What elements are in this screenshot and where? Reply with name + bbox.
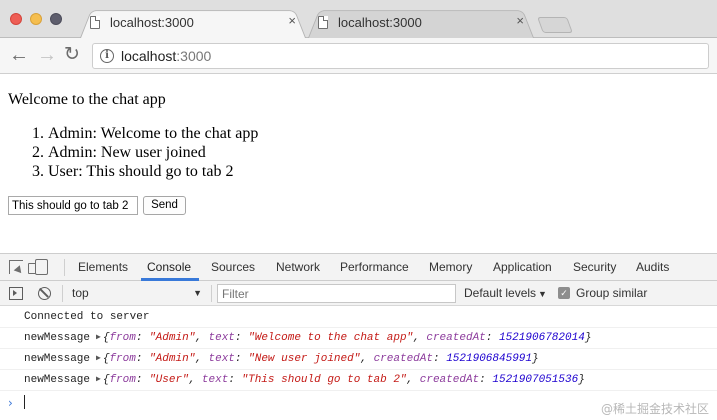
context-selector[interactable]: top ▼ [68,284,206,303]
browser-tab-1[interactable]: localhost:3000 × [80,7,306,39]
filter-input[interactable] [217,284,456,303]
message-item: Admin: New user joined [48,143,258,162]
close-tab-icon[interactable]: × [516,14,524,28]
console-object: {from: "Admin", text: "Welcome to the ch… [102,332,592,344]
address-bar[interactable]: i localhost:3000 [92,43,709,69]
send-button[interactable]: Send [143,196,186,215]
browser-tab-2[interactable]: localhost:3000 × [308,7,534,39]
tab-network[interactable]: Network [276,260,320,274]
devtools-panel: Elements Console Sources Network Perform… [0,253,717,420]
message-item: User: This should go to tab 2 [48,162,258,181]
devtools-tab-bar: Elements Console Sources Network Perform… [0,254,717,281]
tab-console[interactable]: Console [147,260,191,274]
console-line[interactable]: newMessage ▶ {from: "User", text: "This sh… [0,370,717,391]
console-input-caret[interactable] [24,395,25,409]
page-icon [90,16,100,29]
back-arrow-icon[interactable]: ← [9,44,29,66]
tab-audits[interactable]: Audits [636,260,669,274]
message-item: Admin: Welcome to the chat app [48,124,258,143]
log-levels-dropdown[interactable]: Default levels ▼ [464,286,547,300]
browser-tab-strip: localhost:3000 × localhost:3000 × [0,0,717,39]
watermark: @稀土掘金技术社区 [600,402,709,416]
tab-sources[interactable]: Sources [211,260,255,274]
console-line[interactable]: newMessage ▶ {from: "Admin", text: "Welcom… [0,328,717,349]
expand-triangle-icon[interactable]: ▶ [96,370,101,390]
device-toolbar-icon[interactable] [28,259,48,275]
tab-elements[interactable]: Elements [78,260,128,274]
console-object: {from: "Admin", text: "New user joined",… [102,353,539,365]
tab-performance[interactable]: Performance [340,260,409,274]
clear-console-icon[interactable] [38,287,51,300]
console-object: {from: "User", text: "This should go to … [102,374,585,386]
levels-label: Default levels [464,286,537,300]
context-value: top [72,286,89,300]
forward-arrow-icon[interactable]: → [37,44,57,66]
inspect-element-icon[interactable] [9,260,23,274]
console-prompt-icon: › [8,396,13,410]
chevron-down-icon: ▼ [538,289,547,299]
message-list: Admin: Welcome to the chat app Admin: Ne… [48,124,258,181]
tab-title: localhost:3000 [110,15,194,30]
console-label: newMessage [24,374,91,386]
console-text: Connected to server [24,311,150,323]
show-sidebar-icon[interactable] [9,287,23,300]
new-tab-button[interactable] [537,17,573,33]
tab-application[interactable]: Application [493,260,552,274]
close-window-button[interactable] [10,13,22,25]
page-heading: Welcome to the chat app [8,91,166,108]
close-tab-icon[interactable]: × [288,14,296,28]
zoom-window-button[interactable] [50,13,62,25]
console-output: Connected to server newMessage ▶ {from: "A… [0,307,717,420]
info-icon[interactable]: i [100,49,114,63]
chevron-down-icon: ▼ [193,288,202,298]
url-host: localhost [121,48,177,64]
tab-title: localhost:3000 [338,15,422,30]
console-label: newMessage [24,332,91,344]
browser-toolbar: ← → ↻ i localhost:3000 [0,38,717,74]
console-line: Connected to server [0,307,717,328]
page-icon [318,16,328,29]
tab-security[interactable]: Security [573,260,616,274]
group-similar-checkbox[interactable]: ✓ [558,287,570,299]
console-label: newMessage [24,353,91,365]
url-port: :3000 [176,48,212,64]
tab-memory[interactable]: Memory [429,260,472,274]
reload-icon[interactable]: ↻ [64,44,80,66]
console-filter-bar: top ▼ Default levels▼ ✓ Group similar [0,281,717,306]
page-content: Welcome to the chat app Admin: Welcome t… [0,75,717,253]
minimize-window-button[interactable] [30,13,42,25]
group-similar-label: Group similar [576,286,648,300]
expand-triangle-icon[interactable]: ▶ [96,328,101,348]
console-line[interactable]: newMessage ▶ {from: "Admin", text: "New us… [0,349,717,370]
expand-triangle-icon[interactable]: ▶ [96,349,101,369]
message-input[interactable] [8,196,138,215]
url-text: localhost:3000 [121,48,211,64]
